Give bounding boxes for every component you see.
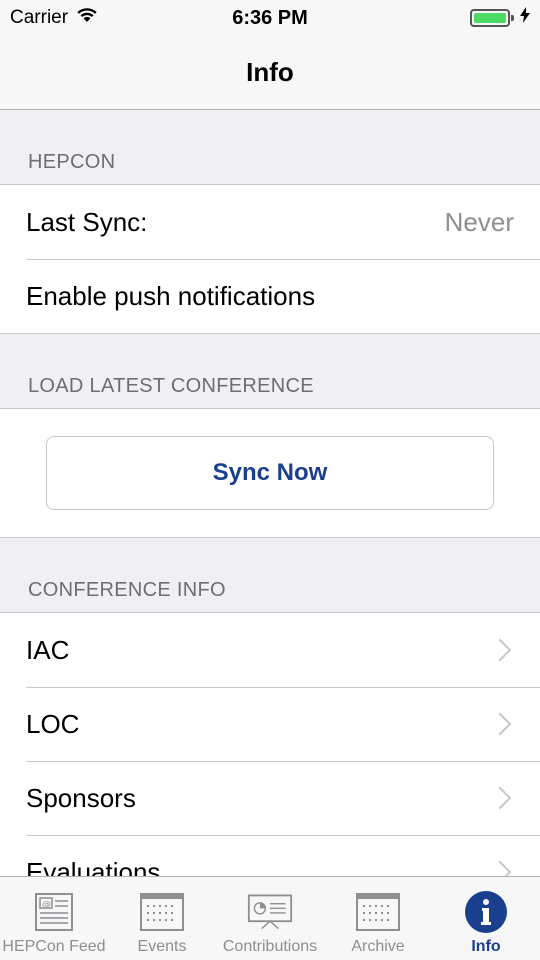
conference-info-group: IAC LOC Sponsors Evaluations: [0, 612, 540, 876]
section-header-load: LOAD LATEST CONFERENCE: [28, 375, 314, 397]
chevron-right-icon: [488, 638, 512, 662]
page-title: Info: [246, 57, 294, 87]
tab-contributions[interactable]: Contributions: [216, 877, 324, 960]
last-sync-value: Never: [444, 206, 514, 237]
last-sync-row: Last Sync: Never: [0, 185, 540, 259]
section-header-conference-info: CONFERENCE INFO: [28, 579, 226, 601]
settings-list[interactable]: HEPCON Last Sync: Never Enable push noti…: [0, 110, 540, 876]
chevron-right-icon: [488, 712, 512, 736]
hepcon-group: Last Sync: Never Enable push notificatio…: [0, 184, 540, 334]
status-left: Carrier: [10, 7, 98, 29]
chevron-right-icon: [488, 860, 512, 876]
conference-item-label: LOC: [26, 708, 80, 739]
conference-item-loc[interactable]: LOC: [0, 687, 540, 761]
navigation-bar: Info: [0, 36, 540, 110]
calendar-icon: [139, 892, 185, 932]
tab-label: HEPCon Feed: [2, 938, 106, 955]
conference-item-evaluations[interactable]: Evaluations: [0, 835, 540, 876]
status-right: [470, 7, 530, 29]
status-bar: Carrier 6:36 PM: [0, 0, 540, 36]
conference-item-label: Evaluations: [26, 856, 161, 877]
chevron-right-icon: [488, 786, 512, 810]
tab-label: Events: [137, 938, 187, 955]
charging-icon: [520, 7, 530, 29]
tab-archive[interactable]: Archive: [324, 877, 432, 960]
sync-now-button[interactable]: Sync Now: [46, 436, 494, 510]
presentation-icon: [247, 892, 293, 932]
tab-hepcon-feed[interactable]: @ HEPCon Feed: [0, 877, 108, 960]
wifi-icon: [76, 7, 98, 29]
tab-label: Archive: [351, 938, 405, 955]
feed-icon: @: [31, 892, 77, 932]
push-notifications-row[interactable]: Enable push notifications: [0, 259, 540, 333]
conference-item-label: Sponsors: [26, 782, 136, 813]
info-icon: [463, 891, 509, 933]
sync-button-container: Sync Now: [0, 409, 540, 537]
conference-item-label: IAC: [26, 634, 70, 665]
battery-icon: [470, 9, 514, 27]
load-group: Sync Now: [0, 408, 540, 538]
conference-item-iac[interactable]: IAC: [0, 613, 540, 687]
carrier-label: Carrier: [10, 7, 69, 28]
tab-label: Contributions: [222, 938, 318, 955]
conference-item-sponsors[interactable]: Sponsors: [0, 761, 540, 835]
tab-info[interactable]: Info: [432, 877, 540, 960]
push-notifications-label: Enable push notifications: [26, 280, 316, 311]
svg-text:@: @: [42, 900, 51, 910]
archive-icon: [355, 892, 401, 932]
last-sync-label: Last Sync:: [26, 206, 148, 237]
tab-bar: @ HEPCon Feed Events Contributions Archi…: [0, 876, 540, 960]
section-header-hepcon: HEPCON: [28, 151, 116, 173]
tab-label: Info: [471, 938, 501, 955]
tab-events[interactable]: Events: [108, 877, 216, 960]
